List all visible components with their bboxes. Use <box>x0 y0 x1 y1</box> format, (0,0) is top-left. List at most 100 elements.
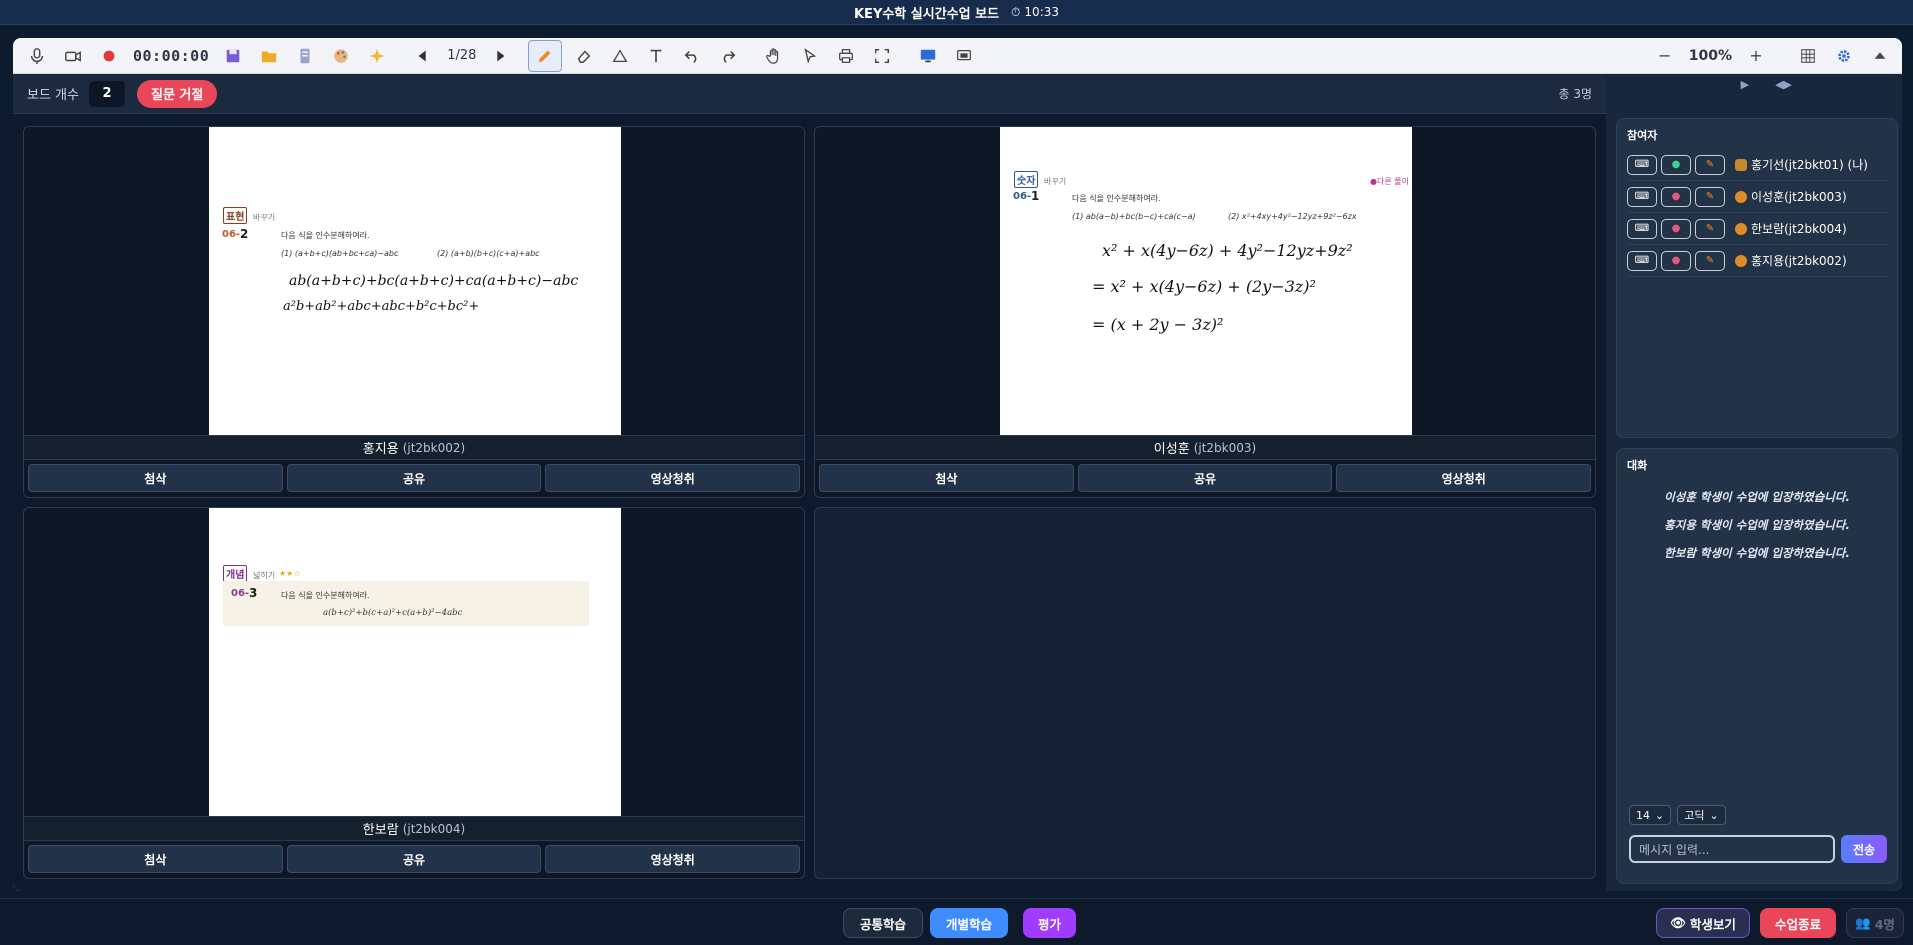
problem-num-prefix: 06- <box>1013 191 1032 202</box>
save-icon[interactable] <box>219 42 247 70</box>
eraser-icon[interactable] <box>570 42 598 70</box>
zoom-out-icon[interactable]: − <box>1651 42 1679 70</box>
pen-icon[interactable] <box>528 39 563 72</box>
common-learning-button[interactable]: 공통학습 <box>843 908 923 938</box>
student-badge-icon <box>1735 190 1747 203</box>
share-button[interactable]: 공유 <box>1077 464 1333 492</box>
mic-off-icon[interactable]: ● <box>1661 218 1691 239</box>
grid-icon[interactable] <box>1794 42 1822 70</box>
collapse-icon[interactable] <box>1866 42 1894 70</box>
font-family-select[interactable]: 고딕 ⌄ <box>1677 805 1726 825</box>
participant-count: 4명 <box>1874 916 1895 932</box>
participant-row: ⌨ ● ✎ 한보람(jt2bk004) <box>1627 213 1887 245</box>
keyboard-icon[interactable]: ⌨ <box>1627 250 1657 271</box>
file-icon[interactable] <box>291 42 319 70</box>
video-watch-button[interactable]: 영상청취 <box>545 845 801 873</box>
shape-icon[interactable] <box>606 42 634 70</box>
screen-share-icon[interactable] <box>950 42 978 70</box>
board-canvas[interactable]: 표현 바꾸기 06- 2 다음 식을 인수분해하여라. (1) (a+b+c)(… <box>209 127 621 435</box>
board-canvas[interactable]: 숫자 바꾸기 ●다른 풀이 06- 1 다음 식을 인수분해하여라. (1) a… <box>1000 127 1412 435</box>
keyboard-icon[interactable]: ⌨ <box>1627 186 1657 207</box>
difficulty-stars: ★★☆ <box>279 569 301 578</box>
print-icon[interactable] <box>832 42 860 70</box>
problem-number: 2 <box>240 227 249 241</box>
board-canvas[interactable]: 개념 넓히기 ★★☆ 06- 3 다음 식을 인수분해하여라. a(b+c)²+… <box>209 508 621 816</box>
hand-icon[interactable] <box>760 42 788 70</box>
record-icon[interactable] <box>95 42 123 70</box>
student-id: (jt2bk002) <box>402 440 466 455</box>
student-badge-icon <box>1735 222 1747 235</box>
share-button[interactable]: 공유 <box>286 464 542 492</box>
text-tool-icon[interactable] <box>642 42 670 70</box>
window-titlebar: KEY수학 실시간수업 보드 ⏱ 10:33 <box>0 0 1913 25</box>
expand-icon[interactable]: ◀▶ <box>1775 78 1792 91</box>
total-count: 총 3명 <box>1558 87 1592 101</box>
pen-permission-icon[interactable]: ✎ <box>1695 250 1725 271</box>
settings-icon[interactable] <box>1830 42 1858 70</box>
view-students-label: 학생보기 <box>1689 916 1736 932</box>
send-button[interactable]: 전송 <box>1841 835 1887 863</box>
problem-prompt: 다음 식을 인수분해하여라. <box>281 231 370 240</box>
problem-number: 1 <box>1031 189 1040 203</box>
handwriting-line-2: a²b+ab²+abc+abc+b²c+bc²+ <box>283 299 480 314</box>
problem-part-1: (1) ab(a−b)+bc(b−c)+ca(c−a) <box>1072 212 1196 221</box>
font-size-select[interactable]: 14 ⌄ <box>1629 805 1672 825</box>
sparkle-icon[interactable] <box>363 42 391 70</box>
palette-icon[interactable] <box>327 42 355 70</box>
correct-button[interactable]: 첨삭 <box>28 845 283 873</box>
view-students-button[interactable]: 👁 학생보기 <box>1656 908 1750 938</box>
window-title: KEY수학 실시간수업 보드 <box>853 6 1000 22</box>
folder-icon[interactable] <box>255 42 283 70</box>
participant-count-badge: 👥 4명 <box>1846 908 1904 938</box>
pen-permission-icon[interactable]: ✎ <box>1695 186 1725 207</box>
reject-question-button[interactable]: 질문 거절 <box>136 79 218 108</box>
board-header: 보드 개수 2 질문 거절 총 3명 <box>13 74 1606 114</box>
video-watch-button[interactable]: 영상청취 <box>545 464 801 492</box>
play-icon[interactable]: ▶ <box>1741 78 1749 91</box>
chat-controls: 14 ⌄ 고딕 ⌄ <box>1629 805 1726 825</box>
redo-icon[interactable] <box>714 42 742 70</box>
prev-page-icon[interactable] <box>409 42 437 70</box>
record-timer: 00:00:00 <box>133 46 210 65</box>
student-name-bar: 한보람 (jt2bk004) <box>24 816 804 841</box>
problem-formula: a(b+c)²+b(c+a)²+c(a+b)²−4abc <box>323 608 463 618</box>
undo-icon[interactable] <box>678 42 706 70</box>
student-name-bar: 홍지용 (jt2bk002) <box>24 435 804 460</box>
camera-icon[interactable] <box>59 42 87 70</box>
board-frame: 00:00:00 1/28 − 100% + 보드 개수 2 질문 거절 총 3… <box>13 38 1902 891</box>
share-button[interactable]: 공유 <box>286 845 542 873</box>
pen-permission-icon[interactable]: ✎ <box>1695 218 1725 239</box>
next-page-icon[interactable] <box>486 42 514 70</box>
fullscreen-icon[interactable] <box>868 42 896 70</box>
chevron-down-icon: ⌄ <box>1709 808 1719 822</box>
monitor-icon[interactable] <box>914 42 942 70</box>
chat-title: 대화 <box>1627 459 1648 472</box>
handwriting-line-2: = x² + x(4y−6z) + (2y−3z)² <box>1092 277 1316 296</box>
keyboard-icon[interactable]: ⌨ <box>1627 218 1657 239</box>
participant-name: 이성훈(jt2bk003) <box>1751 190 1847 204</box>
mic-off-icon[interactable]: ● <box>1661 186 1691 207</box>
evaluation-button[interactable]: 평가 <box>1023 908 1076 938</box>
end-class-button[interactable]: 수업종료 <box>1760 908 1836 938</box>
mic-on-icon[interactable]: ● <box>1661 154 1691 175</box>
pointer-icon[interactable] <box>796 42 824 70</box>
correct-button[interactable]: 첨삭 <box>28 464 283 492</box>
board-area: 보드 개수 2 질문 거절 총 3명 표현 바꾸기 06- 2 다음 식을 인수… <box>13 74 1606 891</box>
microphone-icon[interactable] <box>23 42 51 70</box>
zoom-level: 100% <box>1688 47 1732 64</box>
chat-input[interactable]: 메시지 입력... <box>1629 835 1835 863</box>
people-icon: 👥 <box>1855 915 1871 930</box>
handwriting-line-1: x² + x(4y−6z) + 4y²−12yz+9z² <box>1102 241 1353 260</box>
video-watch-button[interactable]: 영상청취 <box>1336 464 1592 492</box>
keyboard-icon[interactable]: ⌨ <box>1627 154 1657 175</box>
zoom-in-icon[interactable]: + <box>1742 42 1770 70</box>
pen-permission-icon[interactable]: ✎ <box>1695 154 1725 175</box>
board-count-input[interactable]: 2 <box>88 80 125 107</box>
individual-learning-button[interactable]: 개별학습 <box>930 908 1008 938</box>
correct-button[interactable]: 첨삭 <box>819 464 1074 492</box>
problem-tag-sub: 바꾸기 <box>253 213 276 222</box>
problem-tag: 표현 <box>223 207 248 224</box>
mic-off-icon[interactable]: ● <box>1661 250 1691 271</box>
student-board-1: 표현 바꾸기 06- 2 다음 식을 인수분해하여라. (1) (a+b+c)(… <box>23 126 805 498</box>
font-family-value: 고딕 <box>1684 809 1705 822</box>
